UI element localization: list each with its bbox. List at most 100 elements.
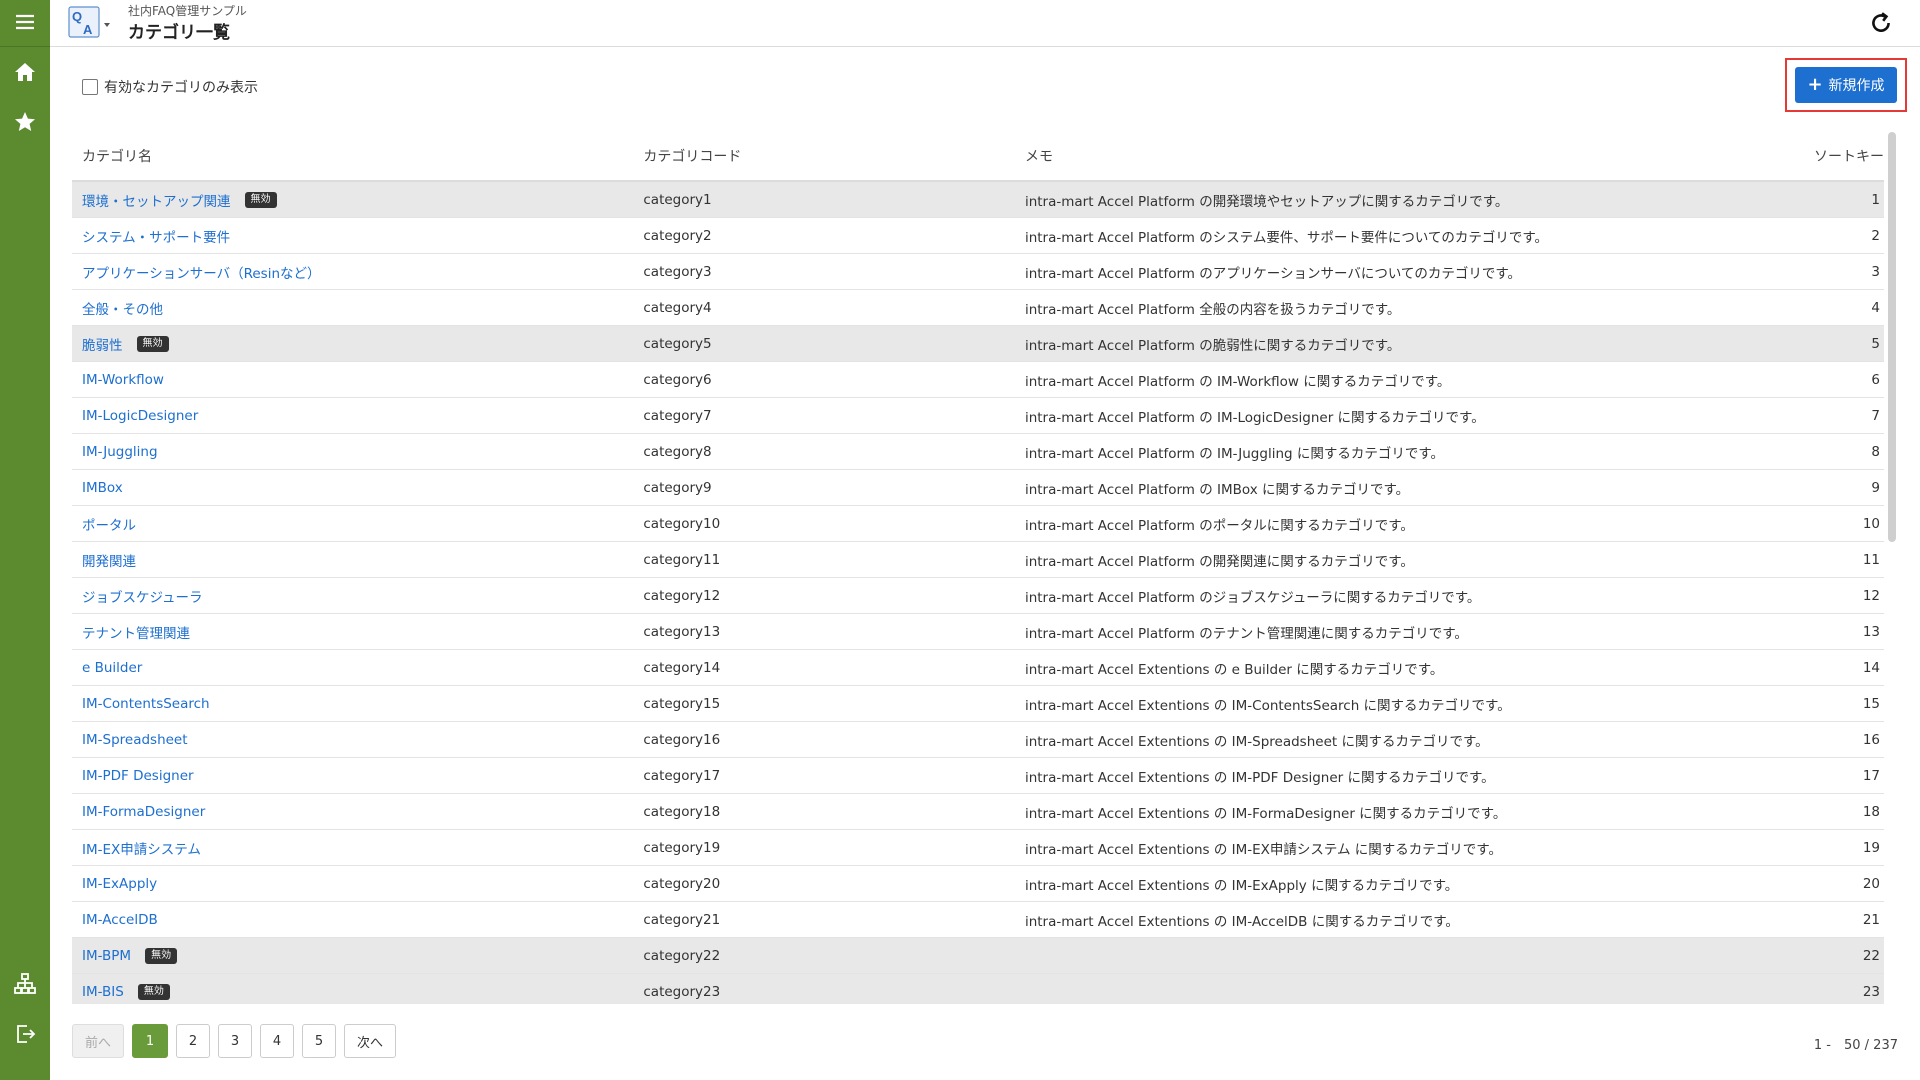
- table-row[interactable]: 脆弱性 無効 category5 intra-mart Accel Platform …: [72, 326, 1884, 362]
- col-category-code[interactable]: カテゴリコード: [643, 146, 1023, 166]
- cell-category-code: category11: [643, 551, 721, 568]
- category-name-link[interactable]: IM-EX申請システム: [82, 838, 201, 858]
- category-name-link[interactable]: 開発関連: [82, 550, 136, 570]
- col-memo[interactable]: メモ: [1023, 146, 1764, 166]
- cell-category-name: IM-AccelDB: [72, 912, 643, 928]
- next-page-button[interactable]: 次へ: [344, 1024, 396, 1058]
- cell-category-code: category1: [643, 191, 712, 208]
- category-name-link[interactable]: IMBox: [82, 480, 123, 496]
- cell-category-name: 環境・セットアップ関連 無効: [72, 190, 643, 210]
- table-row[interactable]: IM-FormaDesigner category18 intra-mart Acc…: [72, 794, 1884, 830]
- cell-category-name: IM-LogicDesigner: [72, 408, 643, 424]
- category-name-link[interactable]: 全般・その他: [82, 298, 163, 318]
- col-category-name[interactable]: カテゴリ名: [72, 146, 643, 166]
- category-name-link[interactable]: IM-FormaDesigner: [82, 804, 205, 820]
- cell-memo: intra-mart Accel Platform の開発環境やセットアップに関…: [1024, 193, 1509, 210]
- table-row[interactable]: IM-EX申請システム category19 intra-mart Accel Ex…: [72, 830, 1884, 866]
- table-row[interactable]: ポータル category10 intra-mart Accel Platform …: [72, 506, 1884, 542]
- table-row[interactable]: IM-LogicDesigner category7 intra-mart Acce…: [72, 398, 1884, 434]
- col-sort-key[interactable]: ソートキー: [1764, 146, 1884, 166]
- cell-sort-key: 9: [1871, 479, 1880, 496]
- category-name-link[interactable]: IM-Spreadsheet: [82, 732, 188, 748]
- table-row[interactable]: ジョブスケジューラ category12 intra-mart Accel Plat…: [72, 578, 1884, 614]
- record-count: 1 - 50 / 237: [1813, 1038, 1898, 1053]
- table-row[interactable]: IM-BPM 無効 category22 22: [72, 938, 1884, 974]
- page-button-5[interactable]: 5: [302, 1024, 336, 1058]
- logout-icon[interactable]: [0, 1012, 50, 1056]
- cell-category-code: category7: [643, 407, 712, 424]
- category-name-link[interactable]: IM-LogicDesigner: [82, 408, 198, 424]
- side-rail: [0, 0, 50, 1080]
- category-name-link[interactable]: システム・サポート要件: [82, 226, 230, 246]
- category-name-link[interactable]: e Builder: [82, 660, 142, 676]
- table-row[interactable]: e Builder category14 intra-mart Accel Exte…: [72, 650, 1884, 686]
- cell-category-name: IM-BPM 無効: [72, 947, 643, 964]
- page-title: カテゴリ一覧: [128, 23, 230, 43]
- table-scrollbar[interactable]: [1888, 132, 1896, 542]
- cell-sort-key: 6: [1871, 371, 1880, 388]
- category-name-link[interactable]: アプリケーションサーバ（Resinなど）: [82, 262, 321, 282]
- category-name-link[interactable]: IM-BPM: [82, 948, 131, 964]
- table-row[interactable]: 環境・セットアップ関連 無効 category1 intra-mart Accel P…: [72, 182, 1884, 218]
- category-name-link[interactable]: IM-AccelDB: [82, 912, 158, 928]
- cell-category-code: category6: [643, 371, 712, 388]
- app-logo-icon[interactable]: Q A: [68, 6, 112, 40]
- cell-memo: intra-mart Accel Platform の IMBox に関するカテ…: [1024, 481, 1410, 498]
- cell-sort-key: 17: [1862, 767, 1880, 784]
- category-name-link[interactable]: テナント管理関連: [82, 622, 190, 642]
- reload-icon[interactable]: [1868, 10, 1894, 36]
- cell-category-code: category9: [643, 479, 712, 496]
- category-name-link[interactable]: IM-Juggling: [82, 444, 158, 460]
- cell-sort-key: 22: [1862, 947, 1880, 964]
- table-row[interactable]: システム・サポート要件 category2 intra-mart Accel Pla…: [72, 218, 1884, 254]
- table-row[interactable]: IM-ExApply category20 intra-mart Accel Ext…: [72, 866, 1884, 902]
- category-name-link[interactable]: 環境・セットアップ関連: [82, 190, 231, 210]
- table-row[interactable]: IM-AccelDB category21 intra-mart Accel Ext…: [72, 902, 1884, 938]
- page-button-1[interactable]: 1: [132, 1024, 168, 1058]
- cell-category-name: ジョブスケジューラ: [72, 586, 643, 606]
- page-button-2[interactable]: 2: [176, 1024, 210, 1058]
- cell-memo: intra-mart Accel Extentions の IM-Spreads…: [1024, 733, 1489, 750]
- table-row[interactable]: IM-PDF Designer category17 intra-mart Acce…: [72, 758, 1884, 794]
- category-name-link[interactable]: 脆弱性: [82, 334, 123, 354]
- category-name-link[interactable]: IM-ContentsSearch: [82, 696, 210, 712]
- cell-sort-key: 14: [1862, 659, 1880, 676]
- cell-category-name: アプリケーションサーバ（Resinなど）: [72, 262, 643, 282]
- table-row[interactable]: IM-Juggling category8 intra-mart Accel Pla…: [72, 434, 1884, 470]
- page-button-3[interactable]: 3: [218, 1024, 252, 1058]
- sitemap-icon[interactable]: [0, 962, 50, 1006]
- category-name-link[interactable]: IM-PDF Designer: [82, 768, 194, 784]
- cell-sort-key: 12: [1862, 587, 1880, 604]
- table-row[interactable]: IM-Workflow category6 intra-mart Accel Pla…: [72, 362, 1884, 398]
- menu-icon[interactable]: [0, 0, 50, 44]
- table-row[interactable]: IMBox category9 intra-mart Accel Platform …: [72, 470, 1884, 506]
- cell-sort-key: 15: [1862, 695, 1880, 712]
- category-name-link[interactable]: ポータル: [82, 514, 136, 534]
- prev-page-button[interactable]: 前へ: [72, 1024, 124, 1058]
- cell-memo: intra-mart Accel Extentions の IM-ExApply…: [1024, 877, 1459, 894]
- cell-sort-key: 16: [1862, 731, 1880, 748]
- category-name-link[interactable]: ジョブスケジューラ: [82, 586, 203, 606]
- star-icon[interactable]: [0, 100, 50, 144]
- cell-category-code: category2: [643, 227, 712, 244]
- table-row[interactable]: 開発関連 category11 intra-mart Accel Platform …: [72, 542, 1884, 578]
- category-name-link[interactable]: IM-ExApply: [82, 876, 157, 892]
- table-row[interactable]: IM-ContentsSearch category15 intra-mart Ac…: [72, 686, 1884, 722]
- table-row[interactable]: IM-BIS 無効 category23 23: [72, 974, 1884, 1004]
- table-row[interactable]: アプリケーションサーバ（Resinなど） category3 intra-mart …: [72, 254, 1884, 290]
- cell-category-name: IM-EX申請システム: [72, 838, 643, 858]
- category-name-link[interactable]: IM-BIS: [82, 984, 124, 1000]
- disabled-badge: 無効: [145, 947, 178, 964]
- table-row[interactable]: テナント管理関連 category13 intra-mart Accel Platf…: [72, 614, 1884, 650]
- category-name-link[interactable]: IM-Workflow: [82, 372, 164, 388]
- active-only-filter[interactable]: 有効なカテゴリのみ表示: [82, 77, 258, 97]
- new-create-button[interactable]: + 新規作成: [1795, 67, 1897, 103]
- page-button-4[interactable]: 4: [260, 1024, 294, 1058]
- cell-category-code: category4: [643, 299, 712, 316]
- cell-category-code: category16: [643, 731, 721, 748]
- table-body: 環境・セットアップ関連 無効 category1 intra-mart Accel P…: [72, 182, 1884, 1004]
- active-only-checkbox[interactable]: [82, 79, 98, 95]
- home-icon[interactable]: [0, 50, 50, 94]
- table-row[interactable]: IM-Spreadsheet category16 intra-mart Accel…: [72, 722, 1884, 758]
- table-row[interactable]: 全般・その他 category4 intra-mart Accel Platform…: [72, 290, 1884, 326]
